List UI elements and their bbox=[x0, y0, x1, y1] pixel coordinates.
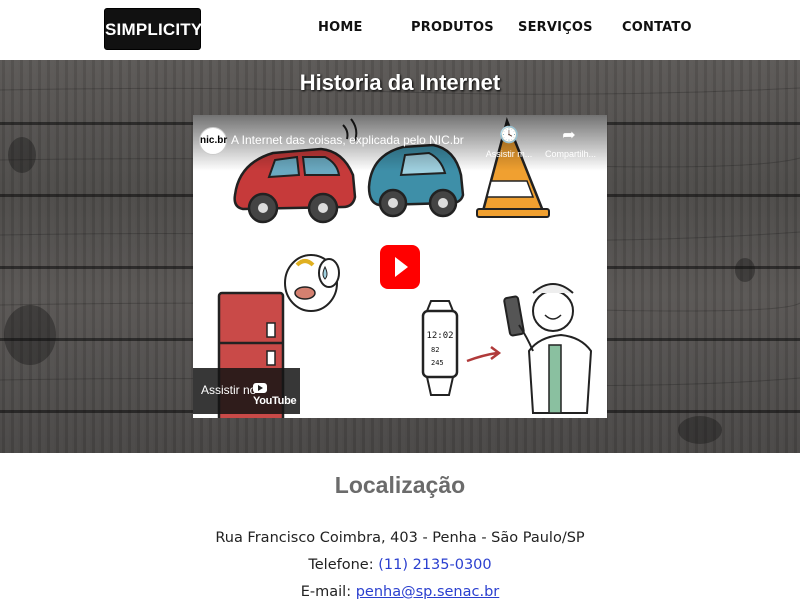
thought-bubble-illustration bbox=[284, 254, 340, 312]
email-link[interactable]: penha@sp.senac.br bbox=[356, 584, 500, 600]
youtube-logo-text: YouTube bbox=[253, 395, 297, 407]
smartwatch-illustration: 12:02 82 245 bbox=[421, 300, 459, 396]
share-icon: ➦ bbox=[562, 127, 576, 144]
site-logo[interactable]: SIMPLICITY bbox=[104, 8, 202, 50]
youtube-logo: YouTube bbox=[253, 383, 300, 407]
watch-later-button[interactable]: 🕓 Assistir m... bbox=[485, 125, 533, 159]
watch-time: 12:02 bbox=[426, 331, 453, 341]
watch-heart-rate: 82 bbox=[431, 346, 439, 354]
video-title[interactable]: A Internet das coisas, explicada pelo NI… bbox=[231, 133, 464, 147]
hero-title: Historia da Internet bbox=[299, 70, 501, 95]
phone-line: Telefone: (11) 2135-0300 bbox=[0, 557, 800, 573]
share-label: Compartilh... bbox=[545, 149, 597, 159]
nav-produtos[interactable]: PRODUTOS bbox=[411, 20, 494, 35]
youtube-icon bbox=[253, 383, 267, 393]
clock-icon: 🕓 bbox=[499, 127, 519, 144]
arrow-illustration bbox=[466, 346, 502, 363]
phone-label: Telefone: bbox=[308, 557, 374, 573]
email-line: E-mail: penha@sp.senac.br bbox=[0, 584, 800, 600]
email-label: E-mail: bbox=[300, 584, 352, 600]
site-header: SIMPLICITY HOME PRODUTOS SERVIÇOS CONTAT… bbox=[0, 0, 800, 60]
channel-avatar[interactable]: nic.br bbox=[199, 127, 227, 155]
play-button[interactable] bbox=[380, 243, 420, 289]
phone-link[interactable]: (11) 2135-0300 bbox=[378, 557, 491, 573]
video-player[interactable]: 12:02 82 245 nic.br A Internet das coisa… bbox=[193, 115, 607, 418]
nav-home[interactable]: HOME bbox=[318, 20, 363, 35]
doctor-illustration bbox=[503, 283, 593, 414]
address-text: Rua Francisco Coimbra, 403 - Penha - São… bbox=[215, 530, 585, 546]
nav-servicos[interactable]: SERVIÇOS bbox=[518, 20, 593, 35]
watch-on-label: Assistir no bbox=[201, 383, 257, 397]
location-title: Localização bbox=[334, 472, 466, 498]
watch-later-label: Assistir m... bbox=[485, 149, 533, 159]
watch-on-youtube-button[interactable]: Assistir no YouTube bbox=[193, 368, 300, 414]
watch-steps: 245 bbox=[431, 359, 444, 367]
nav-contato[interactable]: CONTATO bbox=[622, 20, 692, 35]
share-button[interactable]: ➦ Compartilh... bbox=[545, 125, 597, 159]
